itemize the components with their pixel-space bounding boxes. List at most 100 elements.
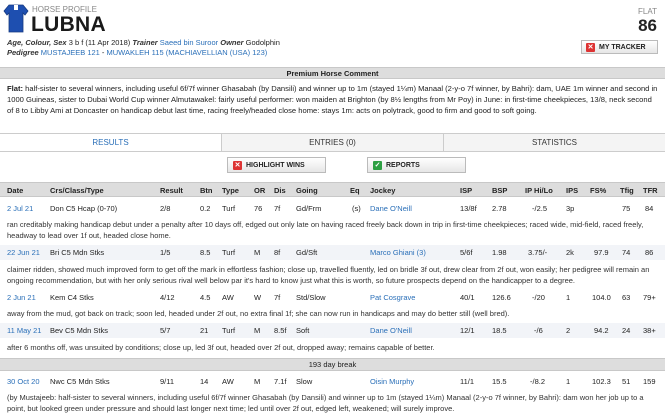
isp: 13/8f <box>460 204 477 213</box>
surface: Turf <box>222 326 236 335</box>
table-row: 22 Jun 21 Bri C5 Mdn Stks 1/5 8.5 Turf M… <box>0 245 665 260</box>
tfr: 38+ <box>643 326 656 335</box>
col-header[interactable]: IP Hi/Lo <box>525 186 553 195</box>
sire-link[interactable]: MUSTAJEEB 121 <box>41 48 100 57</box>
col-header[interactable]: Going <box>296 186 318 195</box>
tab-results[interactable]: RESULTS <box>0 134 222 151</box>
tfig: 51 <box>622 377 631 386</box>
result: 2/8 <box>160 204 171 213</box>
col-header[interactable]: FS% <box>590 186 606 195</box>
col-header[interactable]: Btn <box>200 186 213 195</box>
highlight-wins-button[interactable]: ✕ HIGHLIGHT WINS <box>227 157 326 173</box>
reports-button[interactable]: ✓ REPORTS <box>367 157 466 173</box>
ips: 1 <box>566 293 571 302</box>
race-comment: (by Mustajeeb: half-sister to several wi… <box>7 393 644 413</box>
results-table-header: Date Crs/Class/Type Result Btn Type OR D… <box>0 182 665 197</box>
col-header[interactable]: IPS <box>566 186 578 195</box>
jockey-link[interactable]: Marco Ghiani (3) <box>370 248 426 257</box>
beaten: 8.5 <box>200 248 211 257</box>
close-icon: ✕ <box>233 160 242 170</box>
col-header[interactable]: TFR <box>643 186 658 195</box>
surface: AW <box>222 293 234 302</box>
race-comment: claimer ridden, showed much improved for… <box>7 265 650 285</box>
col-header[interactable]: BSP <box>492 186 507 195</box>
fs-pct: 102.3 <box>592 377 611 386</box>
flat-rating-value: 86 <box>638 16 657 35</box>
my-tracker-button[interactable]: ✕ MY TRACKER <box>581 40 658 54</box>
race-date-link[interactable]: 11 May 21 <box>7 326 41 335</box>
col-header[interactable]: ISP <box>460 186 472 195</box>
col-header[interactable]: Eq <box>350 186 360 195</box>
race-comment: ran creditably making handicap debut und… <box>7 220 644 240</box>
tfr: 159 <box>643 377 656 386</box>
age-label: Age, Colour, Sex <box>7 38 67 47</box>
jockey-link[interactable]: Dane O'Neill <box>370 204 412 213</box>
beaten: 14 <box>200 377 209 386</box>
result: 5/7 <box>160 326 171 335</box>
ips: 2 <box>566 326 571 335</box>
ips: 1 <box>566 377 571 386</box>
official-rating: W <box>254 293 262 302</box>
col-header[interactable]: Dis <box>274 186 286 195</box>
trainer-link[interactable]: Saeed bin Suroor <box>160 38 218 47</box>
going: Slow <box>296 377 313 386</box>
distance: 8.5f <box>274 326 287 335</box>
table-row: 30 Oct 20 Nwc C5 Mdn Stks 9/11 14 AW M 7… <box>0 374 665 389</box>
jockey-link[interactable]: Oisin Murphy <box>370 377 414 386</box>
jockey-link[interactable]: Pat Cosgrave <box>370 293 415 302</box>
pedigree-line: Pedigree MUSTAJEEB 121 - MUWAKLEH 115 (M… <box>7 48 268 57</box>
equipment: (s) <box>352 204 361 213</box>
race-date-link[interactable]: 30 Oct 20 <box>7 377 40 386</box>
col-header[interactable]: Result <box>160 186 183 195</box>
results-toolbar: ✕ HIGHLIGHT WINS ✓ REPORTS <box>0 157 665 177</box>
isp: 40/1 <box>460 293 475 302</box>
course-class: Bri C5 Mdn Stks <box>50 248 105 257</box>
going: Soft <box>296 326 310 335</box>
bsp: 1.98 <box>492 248 507 257</box>
isp: 11/1 <box>460 377 475 386</box>
trainer-label: Trainer <box>132 38 158 47</box>
jockey-link[interactable]: Dane O'Neill <box>370 326 412 335</box>
my-tracker-label: MY TRACKER <box>599 43 646 51</box>
col-header[interactable]: Jockey <box>370 186 395 195</box>
tfig: 74 <box>622 248 631 257</box>
result: 4/12 <box>160 293 175 302</box>
race-date-link[interactable]: 2 Jul 21 <box>7 204 33 213</box>
ip-hi-lo: -/8.2 <box>530 377 546 386</box>
race-date-link[interactable]: 22 Jun 21 <box>7 248 40 257</box>
col-header[interactable]: OR <box>254 186 265 195</box>
tab-entries[interactable]: ENTRIES (0) <box>222 134 444 151</box>
pedigree-label: Pedigree <box>7 48 39 57</box>
table-row: 11 May 21 Bev C5 Mdn Stks 5/7 21 Turf M … <box>0 323 665 338</box>
dam-link[interactable]: MUWAKLEH 115 (MACHIAVELLIAN (USA) 123) <box>107 48 268 57</box>
official-rating: M <box>254 377 261 386</box>
owner-value: Godolphin <box>245 38 280 47</box>
tfr: 79+ <box>643 293 656 302</box>
surface: AW <box>222 377 234 386</box>
distance: 7.1f <box>274 377 287 386</box>
result: 9/11 <box>160 377 175 386</box>
horse-details-line: Age, Colour, Sex 3 b f (11 Apr 2018) Tra… <box>7 38 280 47</box>
isp: 5/6f <box>460 248 473 257</box>
fs-pct: 94.2 <box>594 326 609 335</box>
col-header[interactable]: Crs/Class/Type <box>50 186 104 195</box>
tfig: 24 <box>622 326 631 335</box>
course-class: Don C5 Hcap (0-70) <box>50 204 118 213</box>
col-header[interactable]: Tfig <box>620 186 634 195</box>
race-comment: after 6 months off, was unsuited by cond… <box>7 343 435 352</box>
tab-statistics[interactable]: STATISTICS <box>444 134 665 151</box>
day-break-divider: 193 day break <box>0 358 665 371</box>
isp: 12/1 <box>460 326 475 335</box>
bsp: 15.5 <box>492 377 507 386</box>
col-header[interactable]: Date <box>7 186 23 195</box>
ip-hi-lo: -/20 <box>532 293 545 302</box>
tfig: 75 <box>622 204 631 213</box>
col-header[interactable]: Type <box>222 186 239 195</box>
table-row: 2 Jun 21 Kem C4 Stks 4/12 4.5 AW W 7f St… <box>0 290 665 305</box>
ip-hi-lo: -/6 <box>534 326 543 335</box>
official-rating: M <box>254 248 261 257</box>
profile-header: HORSE PROFILE LUBNA Age, Colour, Sex 3 b… <box>0 0 665 64</box>
race-date-link[interactable]: 2 Jun 21 <box>7 293 36 302</box>
bsp: 2.78 <box>492 204 507 213</box>
beaten: 0.2 <box>200 204 211 213</box>
